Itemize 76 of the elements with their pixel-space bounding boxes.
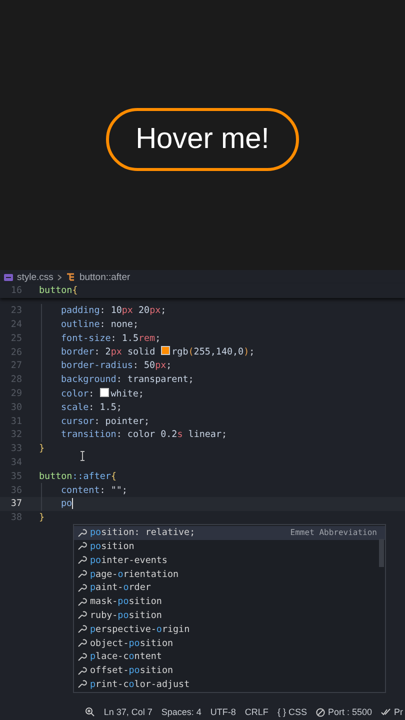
status-item[interactable]: UTF-8 bbox=[210, 707, 236, 717]
line-number: 26 bbox=[10, 346, 23, 358]
text-cursor-icon bbox=[80, 450, 85, 461]
status-item[interactable]: { } CSS bbox=[277, 707, 307, 717]
suggestion-item[interactable]: paint-order bbox=[74, 580, 385, 595]
line-number: 38 bbox=[10, 512, 23, 524]
suggestion-item[interactable]: p rint-color-adjust bbox=[74, 678, 385, 692]
line-number: 28 bbox=[10, 374, 23, 386]
text-caret bbox=[72, 498, 74, 510]
status-item[interactable]: Spaces: 4 bbox=[161, 707, 202, 717]
code-line: color: white; bbox=[61, 388, 144, 400]
suggestion-item[interactable]: position bbox=[74, 540, 385, 554]
line-number: 37 bbox=[10, 498, 23, 510]
wrench-icon bbox=[77, 610, 87, 620]
code-line: } bbox=[39, 512, 45, 524]
line-number: 16 bbox=[10, 285, 23, 296]
suggestion-item[interactable]: page-orientation bbox=[74, 567, 385, 581]
wrench-icon bbox=[77, 652, 87, 662]
suggestion-item[interactable]: object-position bbox=[74, 636, 385, 650]
code-line: button::after{ bbox=[39, 470, 116, 482]
wrench-icon bbox=[77, 679, 87, 690]
selector-icon bbox=[66, 273, 76, 281]
line-number: 36 bbox=[10, 484, 23, 496]
wrench-icon bbox=[77, 582, 87, 593]
line-number: 25 bbox=[10, 332, 23, 344]
line-number: 30 bbox=[10, 402, 23, 413]
code-line: padding: 10px 20px; bbox=[61, 305, 166, 316]
port-status[interactable]: Port : 5500 bbox=[328, 707, 372, 717]
code-line: transition: color 0.2s linear; bbox=[61, 429, 228, 440]
code-line: cursor: pointer; bbox=[61, 416, 150, 427]
code-line: } bbox=[39, 443, 45, 454]
suggestion-item[interactable]: perspective-o rigin bbox=[74, 622, 385, 636]
wrench-icon bbox=[77, 541, 87, 552]
status-item[interactable]: Ln 37, Col 7 bbox=[104, 707, 152, 717]
prettier-status[interactable]: Pr bbox=[394, 707, 403, 717]
line-number: 29 bbox=[10, 388, 23, 399]
wrench-icon bbox=[77, 528, 87, 538]
zoom-icon[interactable] bbox=[84, 707, 95, 717]
line-number: 27 bbox=[10, 360, 23, 372]
wrench-icon bbox=[77, 624, 87, 634]
suggestion-item[interactable]: ruby-position bbox=[74, 608, 385, 622]
scrollbar[interactable] bbox=[379, 538, 384, 567]
css-file-icon bbox=[4, 274, 13, 280]
breadcrumb-symbol[interactable]: button::after bbox=[79, 272, 130, 282]
wrench-icon bbox=[77, 666, 87, 676]
suggestion-item[interactable]: pointer-events bbox=[74, 553, 385, 568]
code-line: outline: none; bbox=[61, 318, 138, 330]
prohibited-icon bbox=[316, 708, 325, 716]
line-number: 31 bbox=[10, 416, 23, 427]
breadcrumb-file[interactable]: style.css bbox=[17, 272, 54, 282]
chevron-icon bbox=[57, 274, 62, 280]
wrench-icon bbox=[77, 638, 87, 648]
wrench-icon bbox=[77, 555, 87, 566]
code-line: font-size: 1.5 rem; bbox=[61, 332, 161, 344]
wrench-icon bbox=[77, 596, 87, 607]
suggestion-item[interactable]: offset-position bbox=[74, 664, 385, 678]
code-line: button{ bbox=[39, 285, 78, 296]
line-number: 24 bbox=[10, 318, 23, 330]
code-line: border-radius: 50px; bbox=[61, 360, 172, 372]
code-line: border: 2px solid rgb(255,140,0); bbox=[61, 346, 255, 358]
code-line: scale: 1.5; bbox=[61, 402, 122, 413]
double-check-icon bbox=[381, 708, 391, 716]
wrench-icon bbox=[77, 569, 87, 580]
suggestion-item[interactable]: mask-position bbox=[74, 594, 385, 609]
suggestion-item[interactable]: place-content bbox=[74, 650, 385, 664]
line-number: 23 bbox=[10, 305, 23, 316]
status-item[interactable]: CRLF bbox=[244, 707, 268, 717]
code-line: content: ""; bbox=[61, 484, 128, 496]
line-number: 32 bbox=[10, 429, 23, 440]
line-number: 35 bbox=[10, 470, 23, 482]
suggestion-item[interactable]: position: relative; Emmet Abbreviation bbox=[74, 526, 385, 540]
code-line: background: transparent; bbox=[61, 374, 194, 386]
line-number: 34 bbox=[10, 456, 23, 468]
line-number: 33 bbox=[10, 443, 23, 454]
hover-button[interactable]: Hover me! bbox=[106, 108, 300, 170]
code-line: po bbox=[61, 498, 72, 510]
